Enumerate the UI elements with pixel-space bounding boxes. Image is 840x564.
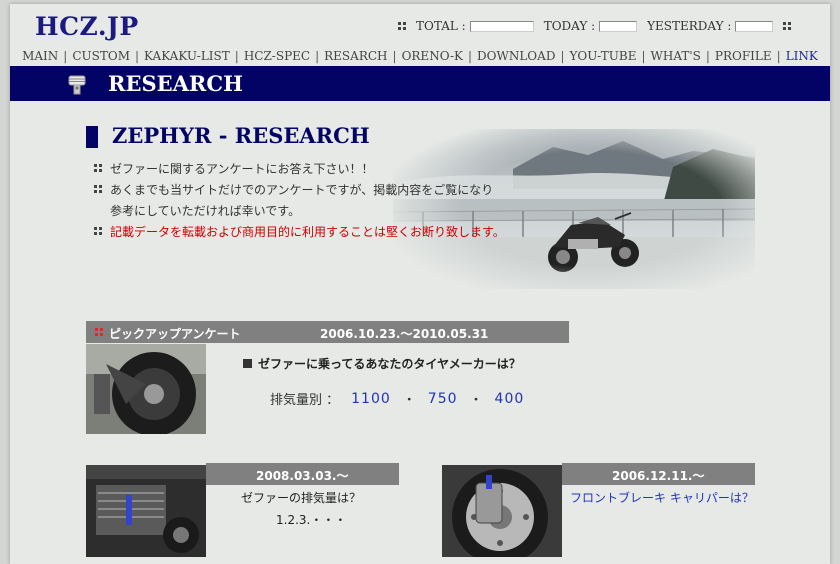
nav-separator: |: [776, 49, 781, 63]
square-bullet-icon: [243, 359, 252, 368]
survey-right-question-link[interactable]: フロントブレーキ キャリパーは？: [570, 491, 754, 505]
piston-icon: [68, 75, 86, 95]
survey-right-photo-caliper[interactable]: [442, 465, 562, 557]
survey-left-date: 2008.03.03.～: [256, 469, 349, 483]
pickup-question-text: ゼファーに乗ってるあなたのタイヤメーカーは？: [258, 357, 521, 371]
nav-item-link[interactable]: LINK: [786, 49, 818, 63]
nav-item-hcz-spec[interactable]: HCZ-SPEC: [244, 49, 310, 63]
intro-line: あくまでも当サイトだけでのアンケートですが、掲載内容をご覧になり: [94, 181, 505, 202]
counter-total: TOTAL :: [416, 19, 534, 33]
bullet-grid-icon: [95, 328, 103, 336]
counter-today-box: [599, 20, 638, 32]
counter-total-box: [469, 20, 534, 32]
nav-item-resarch[interactable]: RESARCH: [324, 49, 387, 63]
heading-marker: [86, 126, 98, 148]
intro-text: 参考にしていただければ幸いです。: [110, 204, 301, 218]
cc-option-400[interactable]: 400: [495, 391, 525, 407]
nav-separator: |: [392, 49, 397, 63]
cc-label: 排気量別 ：: [270, 393, 340, 408]
site-logo[interactable]: HCZ.JP: [35, 12, 139, 41]
counter-today: TODAY :: [543, 19, 638, 33]
pickup-question[interactable]: ゼファーに乗ってるあなたのタイヤメーカーは？: [243, 355, 521, 372]
nav-separator: |: [63, 49, 68, 63]
survey-left-question[interactable]: ゼファーの排気量は？: [241, 489, 361, 506]
bullet-grid-icon: [94, 164, 102, 172]
nav-separator: |: [468, 49, 473, 63]
nav-item-you-tube[interactable]: YOU-TUBE: [569, 49, 636, 63]
access-counters: TOTAL : TODAY : YESTERDAY :: [398, 17, 792, 35]
cc-option-750[interactable]: 750: [428, 391, 458, 407]
counter-yesterday: YESTERDAY :: [647, 19, 774, 33]
survey-right-question[interactable]: フロントブレーキ キャリパーは？: [570, 489, 754, 506]
intro-text: ゼファーに関するアンケートにお答え下さい！！: [110, 162, 374, 176]
bullet-grid-icon: [398, 22, 406, 30]
nav-item-kakaku-list[interactable]: KAKAKU-LIST: [144, 49, 230, 63]
counter-today-label: TODAY :: [543, 19, 596, 33]
cc-separator: ・: [402, 393, 416, 408]
bullet-grid-icon: [94, 227, 102, 235]
bullet-grid-icon: [94, 185, 102, 193]
nav-separator: |: [641, 49, 646, 63]
nav-item-oreno-k[interactable]: ORENO-K: [402, 49, 463, 63]
nav-separator: |: [315, 49, 320, 63]
intro-line: ゼファーに関するアンケートにお答え下さい！！: [94, 160, 505, 181]
survey-left-header: 2008.03.03.～: [206, 463, 399, 485]
nav-item-whats[interactable]: WHAT'S: [651, 49, 701, 63]
survey-left-photo-engine[interactable]: [86, 465, 206, 557]
counter-yesterday-box: [735, 20, 774, 32]
survey-left-answer: 1.2.3.・・・: [276, 513, 347, 527]
intro-line: 参考にしていただければ幸いです。: [94, 202, 505, 223]
research-intro: ゼファーに関するアンケートにお答え下さい！！ あくまでも当サイトだけでのアンケー…: [94, 160, 505, 244]
cc-separator: ・: [469, 393, 483, 408]
pickup-photo-tire[interactable]: [86, 344, 206, 434]
research-heading: ZEPHYR - RESEARCH: [112, 123, 370, 148]
intro-line-warning: 記載データを転載および商用目的に利用することは堅くお断り致します。: [94, 223, 505, 244]
counter-total-label: TOTAL :: [416, 19, 466, 33]
copyright-warning: 記載データを転載および商用目的に利用することは堅くお断り致します。: [110, 225, 505, 239]
pickup-survey-header: ピックアップアンケート 2006.10.23.～2010.05.31: [86, 321, 569, 343]
cc-option-1100[interactable]: 1100: [351, 391, 391, 407]
section-title: RESEARCH: [108, 71, 243, 96]
nav-item-download[interactable]: DOWNLOAD: [477, 49, 555, 63]
main-nav: MAIN | CUSTOM | KAKAKU-LIST | HCZ-SPEC | RESARCH…: [10, 49, 830, 63]
nav-item-custom[interactable]: CUSTOM: [72, 49, 130, 63]
nav-separator: |: [560, 49, 565, 63]
intro-text: あくまでも当サイトだけでのアンケートですが、掲載内容をご覧になり: [110, 183, 494, 197]
bullet-grid-icon: [783, 22, 792, 30]
nav-separator: |: [135, 49, 140, 63]
nav-separator: |: [705, 49, 710, 63]
page-frame: HCZ.JP TOTAL : TODAY : YESTERDAY : MAIN |…: [10, 4, 830, 564]
nav-item-main[interactable]: MAIN: [22, 49, 58, 63]
counter-yesterday-label: YESTERDAY :: [647, 19, 732, 33]
nav-item-profile[interactable]: PROFILE: [715, 49, 772, 63]
survey-right-header: 2006.12.11.～: [562, 463, 755, 485]
cc-filter-row: 排気量別 ： 1100 ・ 750 ・ 400: [270, 389, 525, 409]
pickup-label: ピックアップアンケート: [109, 327, 241, 341]
pickup-date: 2006.10.23.～2010.05.31: [320, 327, 489, 341]
section-header-bar: RESEARCH: [10, 66, 830, 101]
nav-separator: |: [234, 49, 239, 63]
survey-right-date: 2006.12.11.～: [612, 469, 705, 483]
